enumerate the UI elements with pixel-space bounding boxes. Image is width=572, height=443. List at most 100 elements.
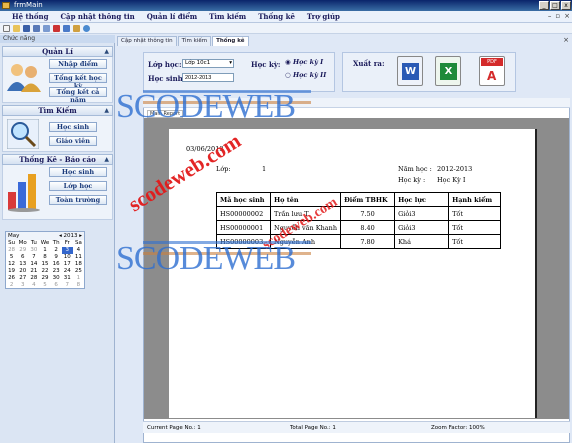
collapse-icon[interactable]: ▲: [104, 155, 109, 165]
calendar-day[interactable]: 20: [17, 268, 28, 275]
chart-icon: [8, 174, 40, 212]
next-month-icon[interactable]: ▸: [79, 233, 82, 239]
calendar-day[interactable]: 1: [39, 247, 50, 254]
calendar-day[interactable]: 23: [51, 268, 62, 275]
mdi-close-icon[interactable]: ×: [564, 12, 570, 20]
prev-month-icon[interactable]: ◂: [59, 233, 62, 239]
calendar-day[interactable]: 4: [73, 247, 84, 254]
term-radio-2[interactable]: ○ Học kỳ II: [285, 71, 326, 79]
report-main-tab[interactable]: Main Report: [147, 110, 184, 118]
menu-cap-nhat-thong-tin[interactable]: Cập nhật thông tin: [54, 11, 140, 22]
calendar-day[interactable]: 24: [62, 268, 73, 275]
calendar-day[interactable]: 12: [6, 261, 17, 268]
student-input[interactable]: [182, 73, 234, 82]
menu-tro-giup[interactable]: Trợ giúp: [301, 11, 346, 22]
calendar-day[interactable]: 4: [28, 282, 39, 289]
group-title: Tìm Kiếm: [38, 106, 77, 115]
maximize-button[interactable]: □: [550, 1, 560, 10]
open-folder-icon[interactable]: [13, 24, 20, 32]
calendar-day[interactable]: 28: [28, 275, 39, 282]
tab-cap-nhat-thong-tin[interactable]: Cập nhật thông tin: [117, 36, 177, 46]
calendar-day[interactable]: 25: [73, 268, 84, 275]
calendar-day[interactable]: 7: [28, 254, 39, 261]
paste-icon[interactable]: [73, 24, 80, 32]
help-icon[interactable]: [83, 24, 90, 32]
calendar-day[interactable]: 14: [28, 261, 39, 268]
thong-ke-toan-truong-button[interactable]: Toàn trường: [49, 195, 107, 205]
tab-thong-ke[interactable]: Thống kê: [212, 36, 249, 46]
print-preview-icon[interactable]: [43, 24, 50, 32]
calendar-day[interactable]: 22: [39, 268, 50, 275]
calendar-day[interactable]: 16: [51, 261, 62, 268]
group-quan-li-header[interactable]: Quản Lí ▲: [2, 46, 113, 57]
close-button[interactable]: x: [561, 1, 571, 10]
calendar-day[interactable]: 18: [73, 261, 84, 268]
word-export-icon[interactable]: W: [397, 56, 423, 86]
group-quan-li-body: Nhập điểm Tổng kết học kỳ Tổng kết cả nă…: [2, 57, 113, 104]
calendar-day[interactable]: 8: [73, 282, 84, 289]
calendar-day[interactable]: 27: [17, 275, 28, 282]
excel-export-icon[interactable]: X: [435, 56, 461, 86]
calendar-weekday: We: [40, 240, 50, 246]
menu-he-thong[interactable]: Hệ thống: [6, 11, 54, 22]
class-select[interactable]: Lớp 10c1 ▾: [182, 59, 234, 68]
calendar-day[interactable]: 19: [6, 268, 17, 275]
col-hanh-kiem: Hạnh kiểm: [448, 192, 502, 207]
group-thong-ke-header[interactable]: Thống Kê - Báo cáo ▲: [2, 154, 113, 165]
calendar-day[interactable]: 29: [17, 247, 28, 254]
mdi-minimize-icon[interactable]: –: [548, 12, 552, 20]
pdf-export-icon[interactable]: PDF A: [479, 56, 505, 86]
tim-giao-vien-button[interactable]: Giáo viên: [49, 136, 97, 146]
calendar-day[interactable]: 7: [62, 282, 73, 289]
calendar-day[interactable]: 6: [17, 254, 28, 261]
thong-ke-hoc-sinh-button[interactable]: Học sinh: [49, 167, 107, 177]
calendar-month[interactable]: May: [8, 232, 19, 240]
new-file-icon[interactable]: [3, 24, 10, 32]
calendar-day[interactable]: 21: [28, 268, 39, 275]
nhap-diem-button[interactable]: Nhập điểm: [49, 59, 107, 69]
menu-thong-ke[interactable]: Thống kê: [252, 11, 301, 22]
mdi-restore-icon[interactable]: ▫: [555, 12, 560, 20]
calendar-day[interactable]: 5: [39, 282, 50, 289]
term-radio-1[interactable]: ◉ Học kỳ I: [285, 58, 323, 66]
close-tab-icon[interactable]: ×: [563, 36, 569, 44]
calendar-day[interactable]: 2: [6, 282, 17, 289]
collapse-icon[interactable]: ▲: [104, 47, 109, 57]
tong-ket-hoc-ky-button[interactable]: Tổng kết học kỳ: [49, 73, 107, 90]
calendar-day[interactable]: 29: [39, 275, 50, 282]
print-icon[interactable]: [33, 24, 40, 32]
cut-icon[interactable]: [53, 24, 60, 32]
calendar-day[interactable]: 11: [73, 254, 84, 261]
menu-tim-kiem[interactable]: Tìm kiếm: [203, 11, 252, 22]
thong-ke-lop-hoc-button[interactable]: Lớp học: [49, 181, 107, 191]
calendar-year[interactable]: 2013: [63, 233, 77, 239]
calendar-day[interactable]: 30: [51, 275, 62, 282]
group-tim-kiem-header[interactable]: Tìm Kiếm ▲: [2, 105, 113, 116]
menu-quan-li-diem[interactable]: Quản lí điểm: [141, 11, 203, 22]
calendar-day[interactable]: 15: [39, 261, 50, 268]
tab-tim-kiem[interactable]: Tìm kiếm: [177, 36, 212, 46]
calendar-day[interactable]: 3: [61, 247, 73, 254]
calendar-day[interactable]: 31: [62, 275, 73, 282]
calendar-day[interactable]: 30: [28, 247, 39, 254]
save-icon[interactable]: [23, 24, 30, 32]
calendar-day[interactable]: 6: [51, 282, 62, 289]
tim-hoc-sinh-button[interactable]: Học sinh: [49, 122, 97, 132]
calendar-day[interactable]: 10: [62, 254, 73, 261]
collapse-icon[interactable]: ▲: [104, 106, 109, 116]
calendar-day[interactable]: 5: [6, 254, 17, 261]
dropdown-arrow-icon[interactable]: ▾: [229, 60, 232, 67]
copy-icon[interactable]: [63, 24, 70, 32]
calendar-day[interactable]: 2: [51, 247, 62, 254]
calendar[interactable]: May ◂ 2013 ▸ Su Mo Tu We Th Fr Sa 28 29 30 1 2 3 4 5 6 7…: [5, 231, 85, 289]
calendar-day[interactable]: 17: [62, 261, 73, 268]
calendar-day[interactable]: 28: [6, 247, 17, 254]
minimize-button[interactable]: _: [539, 1, 549, 10]
tong-ket-ca-nam-button[interactable]: Tổng kết cả năm: [49, 87, 107, 104]
calendar-day[interactable]: 13: [17, 261, 28, 268]
calendar-day[interactable]: 9: [51, 254, 62, 261]
calendar-day[interactable]: 3: [17, 282, 28, 289]
calendar-day[interactable]: 26: [6, 275, 17, 282]
calendar-day[interactable]: 8: [39, 254, 50, 261]
calendar-day[interactable]: 1: [73, 275, 84, 282]
